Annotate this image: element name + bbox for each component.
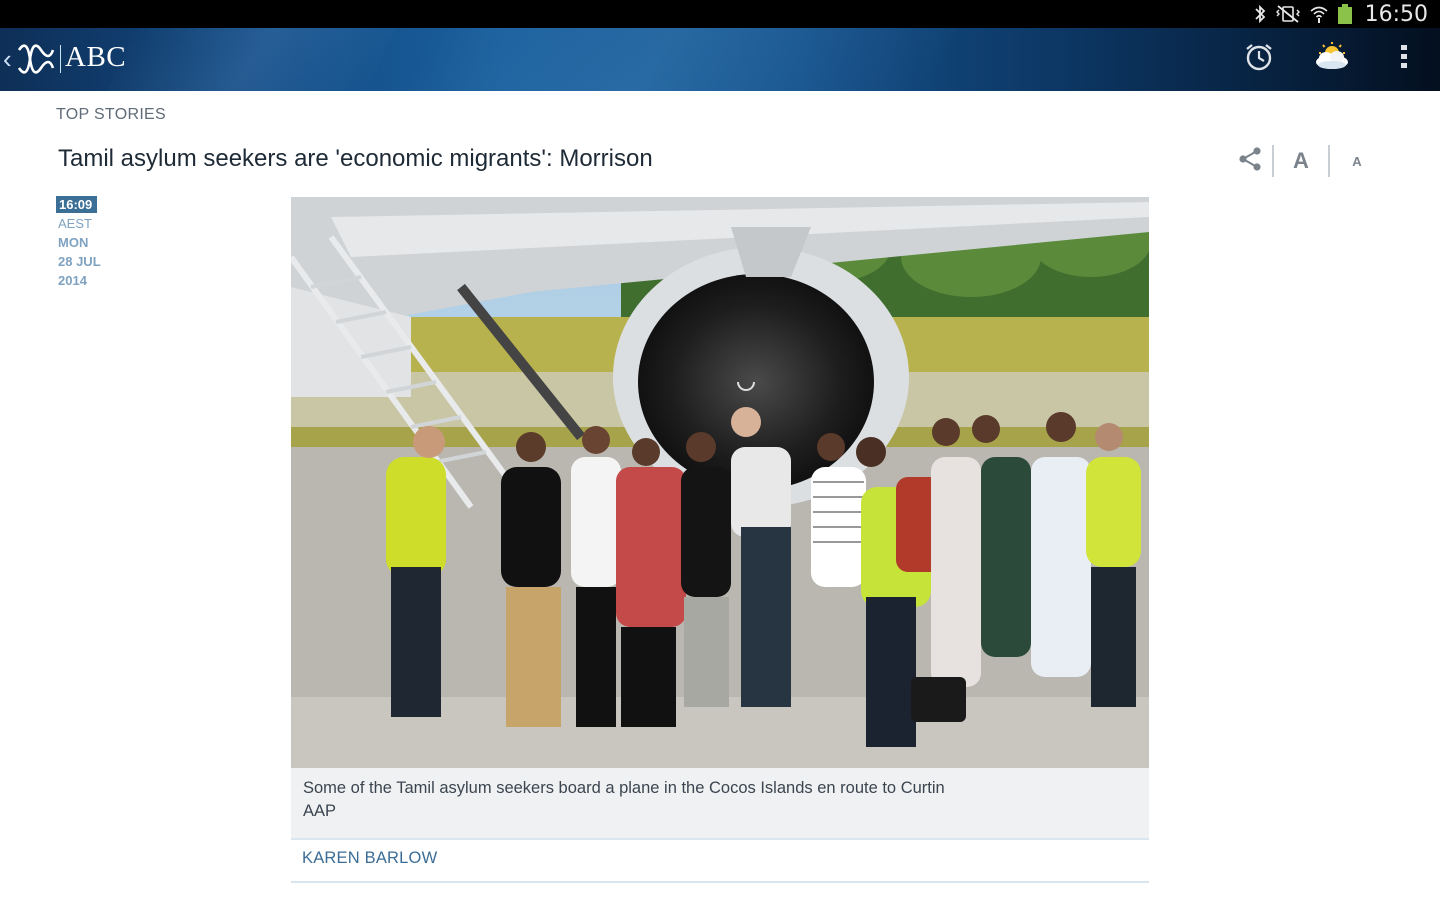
font-size-large-button[interactable]: A: [1274, 148, 1328, 174]
photo-caption-box: Some of the Tamil asylum seekers board a…: [291, 768, 1149, 838]
photo-caption: Some of the Tamil asylum seekers board a…: [303, 779, 945, 797]
section-label: TOP STORIES: [56, 106, 167, 123]
abc-logo-icon[interactable]: [16, 42, 56, 81]
app-title[interactable]: ABC: [65, 41, 126, 74]
app-bar: ‹ ABC: [0, 28, 1440, 91]
battery-icon: [1337, 3, 1353, 25]
alarm-icon: [1244, 42, 1274, 77]
status-icons: 16:50: [1253, 0, 1428, 28]
bluetooth-icon: [1253, 4, 1267, 24]
font-size-small-button[interactable]: A: [1330, 154, 1384, 169]
overflow-menu-icon: [1400, 44, 1408, 75]
date: 28 JUL: [58, 254, 101, 269]
status-clock: 16:50: [1364, 1, 1428, 27]
weather-icon: [1312, 42, 1352, 77]
time-badge: 16:09: [56, 196, 98, 213]
byline[interactable]: KAREN BARLOW: [302, 849, 437, 868]
article-tools: A A: [1228, 144, 1384, 178]
share-button[interactable]: [1228, 145, 1272, 178]
article-photo[interactable]: [291, 197, 1149, 768]
timezone: AEST: [58, 216, 92, 231]
divider: [291, 881, 1149, 883]
alarm-button[interactable]: [1236, 28, 1282, 91]
vibrate-mute-icon: [1275, 4, 1301, 24]
wifi-icon: [1309, 4, 1329, 24]
status-bar: 16:50: [0, 0, 1440, 28]
logo-divider: [60, 45, 61, 73]
photo-credit: AAP: [303, 802, 337, 820]
article-headline: Tamil asylum seekers are 'economic migra…: [58, 145, 653, 172]
year: 2014: [58, 273, 87, 288]
divider: [291, 838, 1149, 840]
share-icon: [1236, 145, 1264, 178]
weather-button[interactable]: [1308, 28, 1356, 91]
weekday: MON: [58, 235, 89, 250]
overflow-menu-button[interactable]: [1388, 28, 1420, 91]
back-button[interactable]: ‹: [3, 44, 12, 74]
article-dateline: 16:09 AEST MON 28 JUL 2014: [56, 196, 166, 290]
